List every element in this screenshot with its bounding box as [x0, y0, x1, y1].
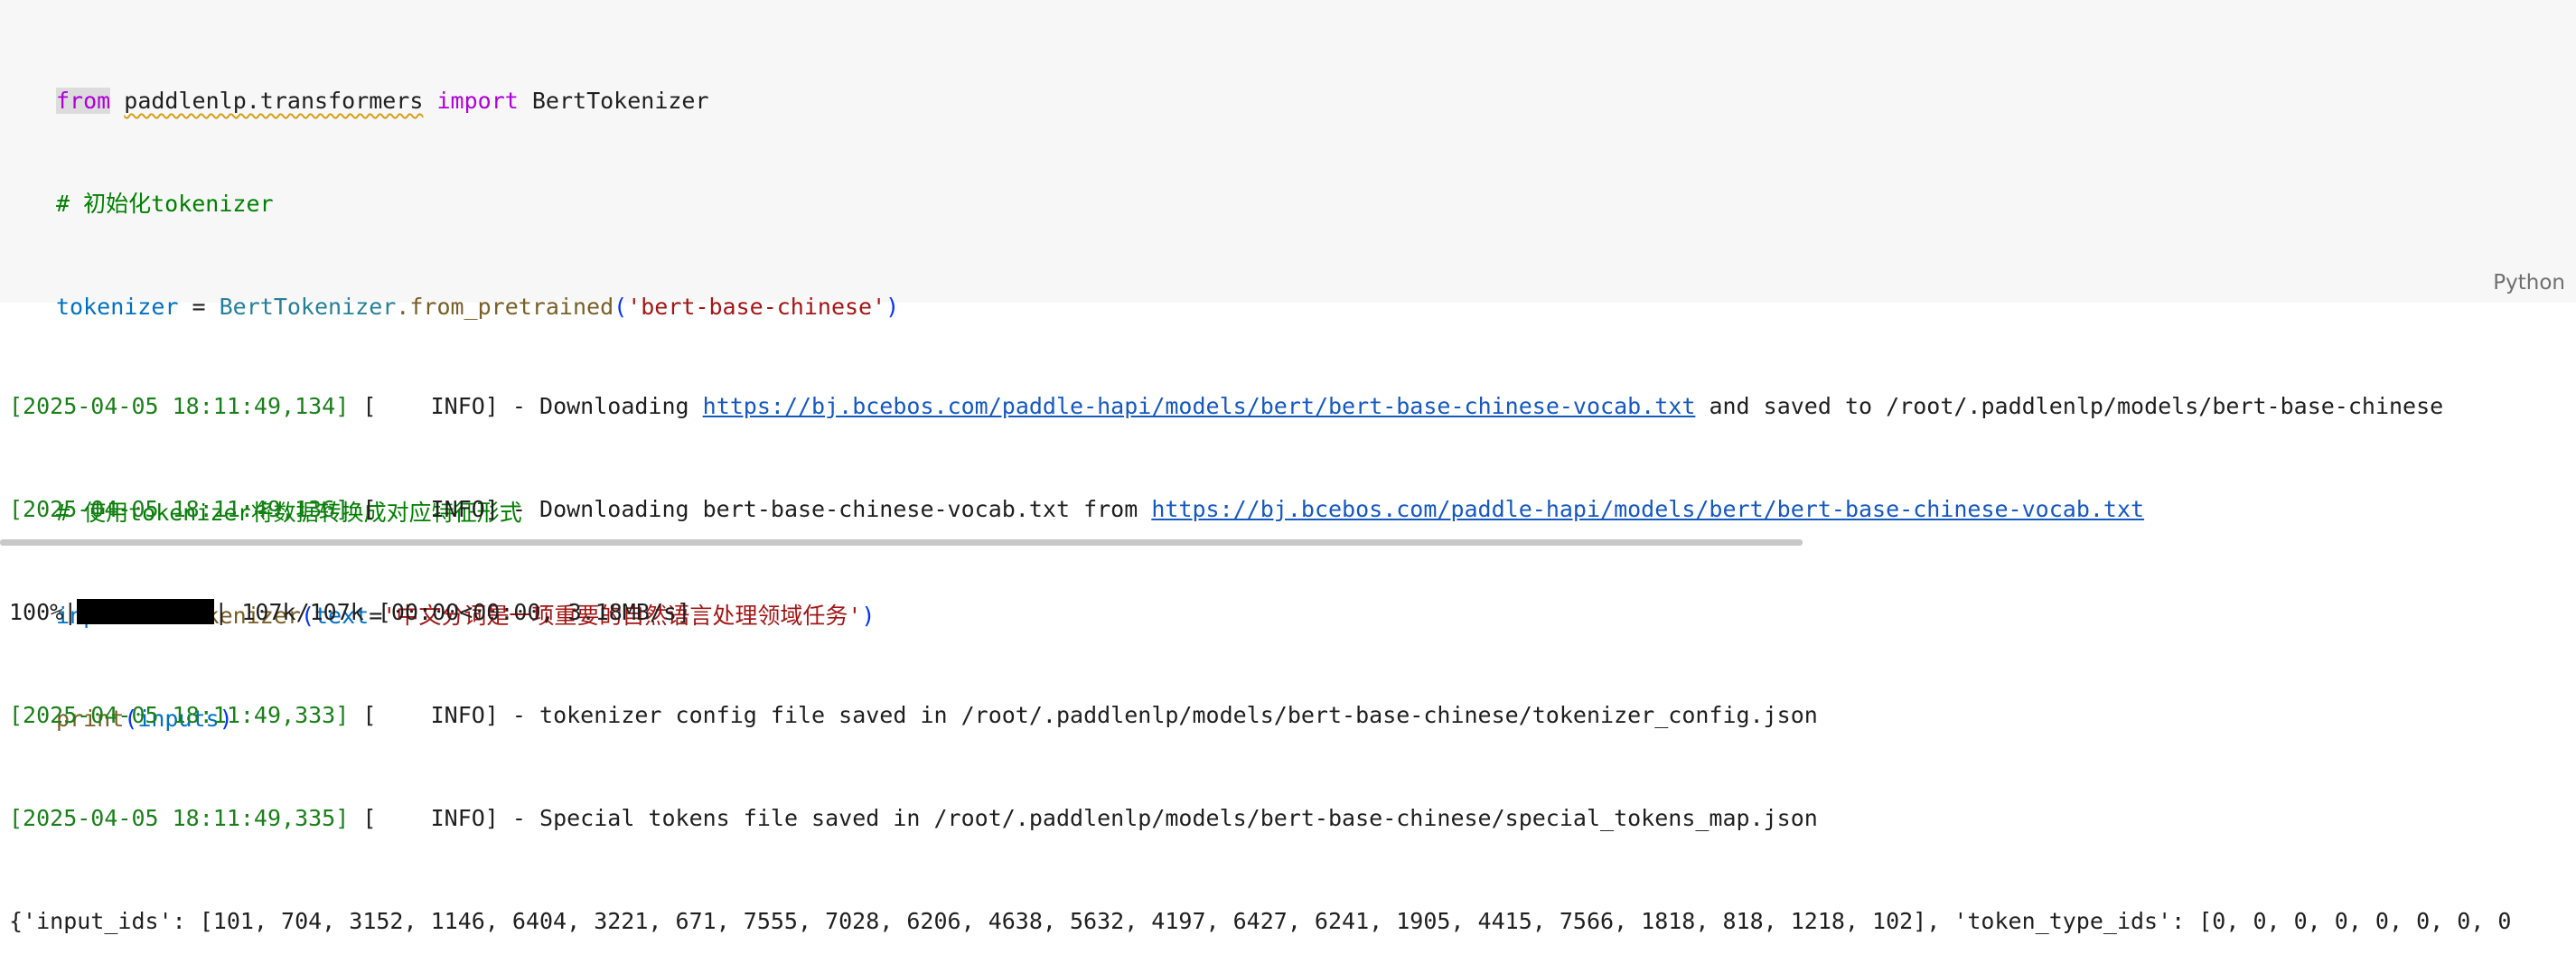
comment: # 初始化tokenizer: [56, 191, 274, 217]
vocab-url-link[interactable]: https://bj.bcebos.com/paddle-hapi/models…: [703, 393, 1696, 419]
vocab-url-link[interactable]: https://bj.bcebos.com/paddle-hapi/models…: [1151, 496, 2144, 522]
operator: =: [178, 294, 220, 320]
log-text: and saved to /root/.paddlenlp/models/ber…: [1695, 393, 2444, 419]
cell-output: [2025-04-05 18:11:49,134] [ INFO] - Down…: [9, 321, 2511, 973]
keyword-import: import: [436, 88, 519, 114]
code-line-1: from paddlenlp.transformers import BertT…: [56, 84, 899, 118]
code-line-3: tokenizer = BertTokenizer.from_pretraine…: [56, 290, 899, 324]
code-cell[interactable]: from paddlenlp.transformers import BertT…: [0, 0, 2576, 732]
module-name: paddlenlp.transformers: [124, 88, 424, 114]
output-log-line: [2025-04-05 18:11:49,333] [ INFO] - toke…: [9, 698, 2511, 733]
log-text: [ INFO] - tokenizer config file saved in…: [349, 702, 1818, 728]
progress-stats: | 107k/107k [00:00<00:00, 3.18MB/s]: [214, 599, 691, 625]
log-timestamp: [2025-04-05 18:11:49,335]: [9, 805, 350, 831]
class-name: BertTokenizer: [219, 294, 397, 320]
output-result-line: {'input_ids': [101, 704, 3152, 1146, 640…: [9, 908, 2512, 934]
output-log-line: [2025-04-05 18:11:49,335] [ INFO] - Spec…: [9, 801, 2511, 836]
log-timestamp: [2025-04-05 18:11:49,333]: [9, 702, 350, 728]
log-text: [ INFO] - Downloading bert-base-chinese-…: [349, 496, 1152, 522]
progress-bar: [77, 599, 215, 624]
paren: ): [885, 294, 900, 320]
log-text: [ INFO] - Downloading: [349, 393, 703, 419]
method-name: .from_pretrained: [396, 294, 614, 320]
keyword-from: from: [56, 88, 111, 114]
cell-language-label[interactable]: Python: [2493, 271, 2565, 295]
log-timestamp: [2025-04-05 18:11:49,134]: [9, 393, 350, 419]
output-log-line: [2025-04-05 18:11:49,136] [ INFO] - Down…: [9, 492, 2511, 527]
string-literal: 'bert-base-chinese': [627, 294, 886, 320]
variable: tokenizer: [56, 294, 179, 320]
imported-class: BertTokenizer: [531, 88, 709, 114]
output-log-line: [2025-04-05 18:11:49,134] [ INFO] - Down…: [9, 389, 2511, 424]
progress-percent: 100%|: [9, 599, 78, 625]
horizontal-scrollbar[interactable]: [0, 539, 1803, 546]
paren: (: [614, 294, 628, 320]
log-text: [ INFO] - Special tokens file saved in /…: [349, 805, 1818, 831]
output-progress-line: 100%| | 107k/107k [00:00<00:00, 3.18MB/s]: [9, 595, 2511, 630]
code-line-2: # 初始化tokenizer: [56, 187, 899, 221]
log-timestamp: [2025-04-05 18:11:49,136]: [9, 496, 350, 522]
